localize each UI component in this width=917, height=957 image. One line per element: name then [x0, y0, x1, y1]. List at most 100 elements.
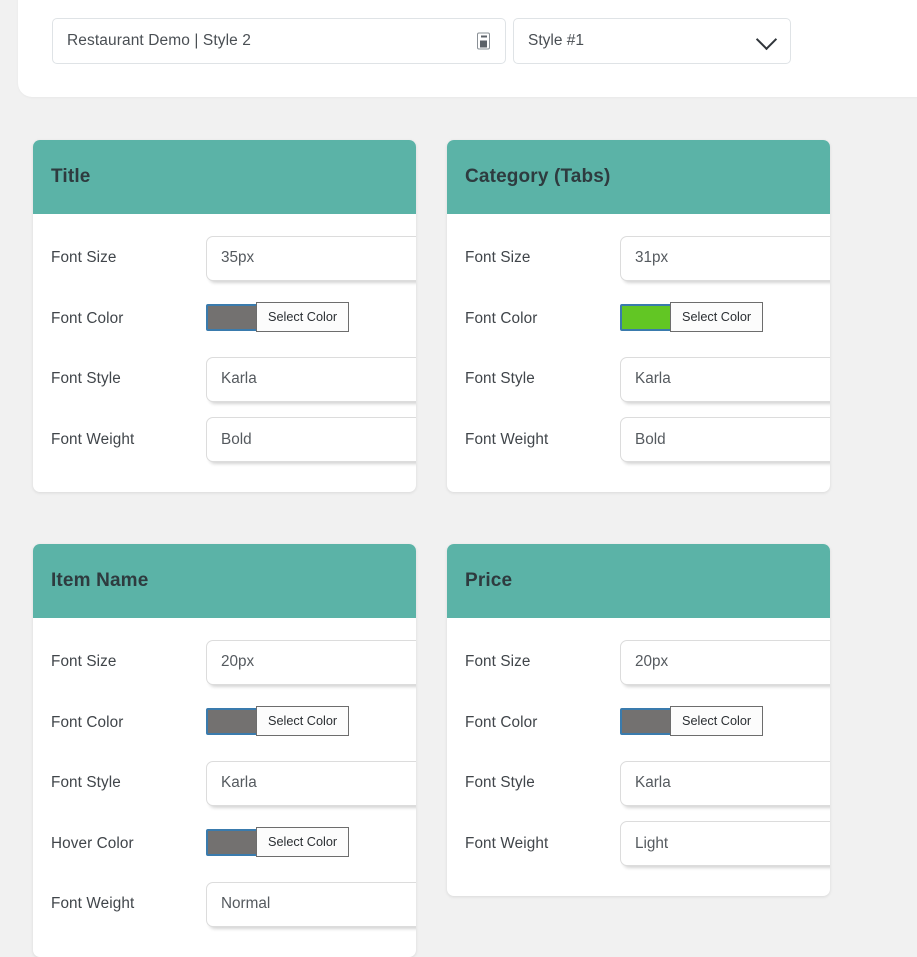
hover-color-picker[interactable]: Select Color — [206, 826, 350, 857]
field-label-font-color: Font Color — [465, 309, 538, 327]
font-color-picker[interactable]: Select Color — [206, 301, 350, 332]
font-size-input[interactable]: 20px — [620, 639, 830, 685]
top-toolbar-panel: Restaurant Demo | Style 2 Style #1 — [18, 0, 917, 97]
style-variant-select[interactable]: Style #1 — [513, 18, 791, 64]
field-label-font-style: Font Style — [51, 370, 121, 388]
font-weight-input-value: Bold — [635, 430, 666, 448]
field-row-hover-color: Hover Color Select Color — [51, 814, 398, 875]
field-row-font-weight: Font Weight Light — [465, 814, 830, 875]
settings-cards-grid: Title Font Size 35px Font Color Select Color… — [33, 140, 885, 957]
font-color-picker[interactable]: Select Color — [620, 301, 764, 332]
font-color-select-color-button[interactable]: Select Color — [256, 301, 350, 332]
settings-card-category-tabs: Category (Tabs) Font Size 31px Font Color Se… — [447, 140, 830, 492]
field-label-font-color: Font Color — [51, 309, 124, 327]
font-size-input[interactable]: 20px — [206, 639, 416, 685]
top-toolbar-row: Restaurant Demo | Style 2 Style #1 — [52, 18, 791, 64]
font-style-input-value: Karla — [221, 774, 257, 792]
field-row-font-size: Font Size 20px — [51, 632, 416, 693]
font-color-select-color-button[interactable]: Select Color — [256, 705, 350, 736]
card-header-category-tabs: Category (Tabs) — [447, 140, 830, 214]
field-label-font-style: Font Style — [465, 774, 535, 792]
card-title: Category (Tabs) — [465, 166, 611, 187]
field-control-font-style: Karla — [206, 356, 416, 402]
field-label-font-size: Font Size — [465, 653, 531, 671]
import-template-icon[interactable] — [477, 32, 490, 50]
field-row-font-color: Font Color Select Color — [51, 289, 398, 350]
field-row-font-color: Font Color Select Color — [465, 693, 812, 754]
font-weight-input-value: Normal — [221, 895, 271, 913]
font-style-input[interactable]: Karla — [620, 356, 830, 402]
field-row-font-style: Font Style Karla — [465, 349, 830, 410]
card-body-category-tabs: Font Size 31px Font Color Select Color Font … — [447, 214, 830, 492]
field-label-font-weight: Font Weight — [51, 895, 135, 913]
demo-template-select[interactable]: Restaurant Demo | Style 2 — [52, 18, 506, 64]
field-label-font-weight: Font Weight — [51, 430, 135, 448]
font-style-input[interactable]: Karla — [206, 356, 416, 402]
chevron-down-icon — [755, 28, 778, 51]
field-control-font-color: Select Color — [620, 301, 812, 334]
font-weight-input[interactable]: Normal — [206, 881, 416, 927]
font-color-select-color-button[interactable]: Select Color — [670, 301, 764, 332]
font-weight-input[interactable]: Bold — [620, 417, 830, 463]
field-control-font-weight: Bold — [620, 417, 830, 463]
font-size-input-value: 31px — [635, 249, 669, 267]
font-style-input[interactable]: Karla — [206, 760, 416, 806]
font-weight-input[interactable]: Bold — [206, 417, 416, 463]
font-style-input-value: Karla — [221, 370, 257, 388]
card-title: Price — [465, 570, 513, 591]
hover-color-select-color-button[interactable]: Select Color — [256, 826, 350, 857]
field-label-font-style: Font Style — [465, 370, 535, 388]
field-control-font-style: Karla — [620, 356, 830, 402]
field-label-font-color: Font Color — [51, 713, 124, 731]
field-label-hover-color: Hover Color — [51, 834, 134, 852]
field-control-font-weight: Normal — [206, 881, 416, 927]
field-row-font-style: Font Style Karla — [51, 753, 416, 814]
font-color-picker[interactable]: Select Color — [206, 705, 350, 736]
field-control-font-weight: Bold — [206, 417, 416, 463]
field-control-font-weight: Light — [620, 821, 830, 867]
style-variant-value: Style #1 — [528, 32, 585, 49]
font-style-input[interactable]: Karla — [620, 760, 830, 806]
demo-template-value: Restaurant Demo | Style 2 — [67, 32, 251, 49]
field-control-font-style: Karla — [206, 760, 416, 806]
font-size-input[interactable]: 35px — [206, 235, 416, 281]
font-color-picker[interactable]: Select Color — [620, 705, 764, 736]
field-row-font-style: Font Style Karla — [51, 349, 416, 410]
field-label-font-size: Font Size — [465, 249, 531, 267]
field-label-font-weight: Font Weight — [465, 834, 549, 852]
field-row-font-weight: Font Weight Normal — [51, 874, 416, 935]
card-header-price: Price — [447, 544, 830, 618]
card-body-title: Font Size 35px Font Color Select Color Font … — [33, 214, 416, 492]
settings-card-price: Price Font Size 20px Font Color Select Color… — [447, 544, 830, 896]
font-weight-input-value: Bold — [221, 430, 252, 448]
card-body-price: Font Size 20px Font Color Select Color Font … — [447, 618, 830, 896]
field-row-font-color: Font Color Select Color — [51, 693, 398, 754]
font-weight-input-value: Light — [635, 834, 669, 852]
font-weight-input[interactable]: Light — [620, 821, 830, 867]
card-header-item-name: Item Name — [33, 544, 416, 618]
font-style-input-value: Karla — [635, 370, 671, 388]
font-size-input-value: 35px — [221, 249, 255, 267]
field-control-font-size: 20px — [620, 639, 830, 685]
card-title: Item Name — [51, 570, 149, 591]
field-label-font-color: Font Color — [465, 713, 538, 731]
field-row-font-size: Font Size 20px — [465, 632, 830, 693]
field-row-font-style: Font Style Karla — [465, 753, 830, 814]
field-row-font-weight: Font Weight Bold — [465, 410, 830, 471]
field-label-font-size: Font Size — [51, 249, 117, 267]
field-row-font-size: Font Size 35px — [51, 228, 416, 289]
field-control-font-color: Select Color — [206, 301, 398, 334]
card-header-title: Title — [33, 140, 416, 214]
settings-card-title: Title Font Size 35px Font Color Select Color… — [33, 140, 416, 492]
font-size-input-value: 20px — [221, 653, 255, 671]
field-control-font-color: Select Color — [620, 705, 812, 738]
font-color-select-color-button[interactable]: Select Color — [670, 705, 764, 736]
field-control-hover-color: Select Color — [206, 826, 398, 859]
field-label-font-size: Font Size — [51, 653, 117, 671]
card-title: Title — [51, 166, 91, 187]
font-size-input[interactable]: 31px — [620, 235, 830, 281]
field-label-font-style: Font Style — [51, 774, 121, 792]
field-row-font-size: Font Size 31px — [465, 228, 830, 289]
field-control-font-size: 20px — [206, 639, 416, 685]
field-control-font-size: 31px — [620, 235, 830, 281]
